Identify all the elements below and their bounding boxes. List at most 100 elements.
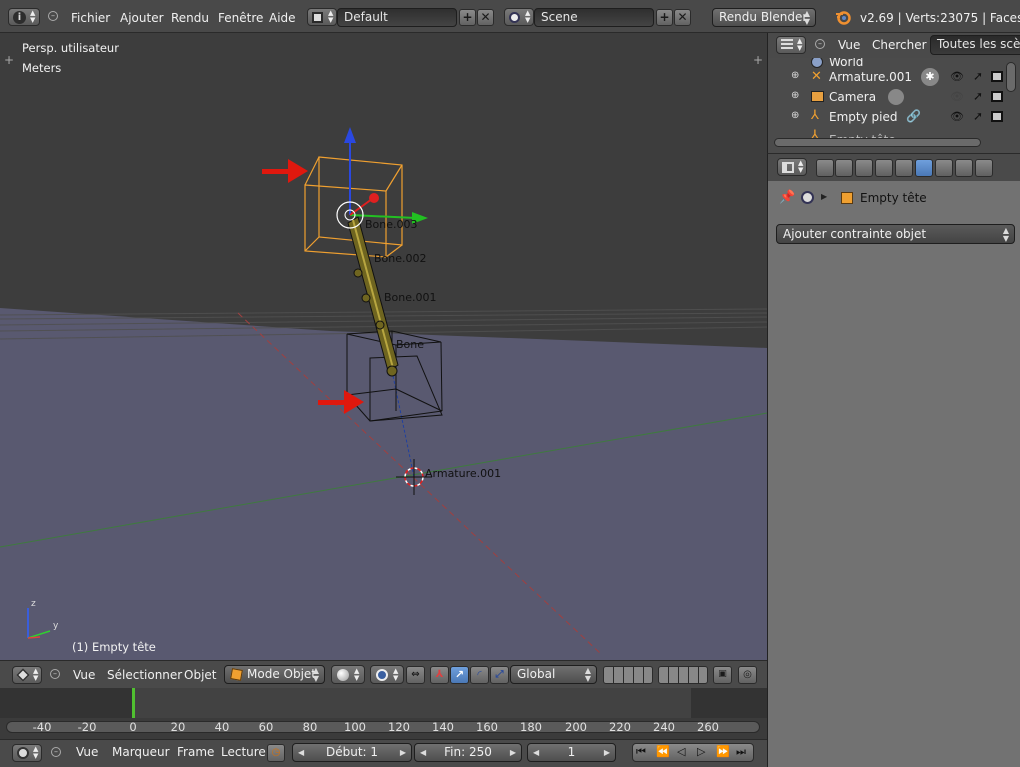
data-tab-icon[interactable] (935, 159, 953, 177)
proportional-edit-icon[interactable]: ◎ (738, 666, 757, 684)
visibility-eye-icon[interactable]: 👁 (950, 110, 964, 123)
menu-chercher[interactable]: Chercher (872, 38, 927, 52)
delete-scene-button[interactable]: ✕ (674, 9, 691, 26)
left-arrow-icon[interactable]: ◀ (298, 744, 304, 761)
outliner-row-camera[interactable]: ⊕ Camera 👁 ➚ (768, 87, 1020, 107)
scene-filter-dropdown[interactable]: Toutes les scènes (930, 35, 1020, 55)
pin-icon[interactable]: 📌 (779, 190, 795, 205)
collapse-menu-icon[interactable]: – (50, 669, 60, 679)
layer-buttons-right[interactable] (658, 666, 708, 684)
properties-editor-type-button[interactable]: ▲ ▼ (777, 158, 807, 176)
add-layout-button[interactable]: + (459, 9, 476, 26)
expand-icon[interactable]: ⊕ (791, 110, 799, 121)
menu-frame[interactable]: Frame (177, 745, 214, 759)
lock-camera-icon[interactable]: ▣ (713, 666, 732, 684)
next-keyframe-icon[interactable]: ⏩ (716, 745, 730, 758)
menu-fichier[interactable]: Fichier (71, 11, 110, 25)
manipulator-toggle-icon[interactable]: ⅄ (430, 666, 449, 684)
expand-icon[interactable]: ⊕ (791, 70, 799, 81)
scene-tab-icon[interactable] (855, 159, 873, 177)
outliner-tree[interactable]: World ⊕ ✕ Armature.001 ✱ 👁 ➚ ⊕ Camera 👁 … (767, 58, 1020, 153)
screen-layout-selector[interactable]: ▲ ▼ (307, 8, 337, 26)
render-layers-tab-icon[interactable] (835, 159, 853, 177)
menu-ajouter[interactable]: Ajouter (120, 11, 164, 25)
scene-selector[interactable]: ▲ ▼ (504, 8, 534, 26)
outliner-row-empty-pied[interactable]: ⊕ ⅄ Empty pied 🔗 👁 ➚ (768, 107, 1020, 127)
properties-toggle[interactable]: + (753, 53, 763, 67)
transform-manipulator[interactable] (336, 127, 428, 229)
render-camera-icon[interactable] (991, 91, 1003, 102)
visibility-eye-icon[interactable]: 👁 (950, 90, 964, 103)
pivot-point-dropdown[interactable]: ▲ ▼ (370, 665, 404, 684)
screen-layout-name-field[interactable]: Default (337, 8, 457, 27)
expand-icon[interactable]: ⊕ (791, 90, 799, 101)
outliner-horizontal-scrollbar[interactable] (774, 138, 981, 147)
start-frame-field[interactable]: ◀ Début: 1 ▶ (292, 743, 412, 762)
rotate-manipulator-icon[interactable]: ◜ (470, 666, 489, 684)
collapse-menu-icon[interactable]: – (48, 11, 58, 21)
menu-aide[interactable]: Aide (269, 11, 296, 25)
visibility-eye-icon[interactable]: 👁 (950, 70, 964, 83)
jump-start-icon[interactable]: ⏮ (636, 745, 646, 759)
world-tab-icon[interactable] (875, 159, 893, 177)
play-icon[interactable]: ▷ (697, 745, 705, 758)
end-frame-field[interactable]: ◀ Fin: 250 ▶ (414, 743, 522, 762)
manipulate-center-icon[interactable]: ⇔ (406, 666, 425, 684)
add-scene-button[interactable]: + (656, 9, 673, 26)
editor-type-button[interactable]: i ▲ ▼ (8, 8, 40, 26)
menu-fenetre[interactable]: Fenêtre (218, 11, 263, 25)
select-cursor-icon[interactable]: ➚ (973, 69, 983, 83)
jump-end-icon[interactable]: ⏭ (736, 745, 746, 759)
delete-layout-button[interactable]: ✕ (477, 9, 494, 26)
left-arrow-icon[interactable]: ◀ (533, 744, 539, 761)
current-frame-marker[interactable] (132, 688, 135, 718)
texture-tab-icon[interactable] (955, 159, 973, 177)
menu-vue[interactable]: Vue (73, 668, 95, 682)
menu-vue-timeline[interactable]: Vue (76, 745, 98, 759)
scene-icon (509, 12, 520, 23)
object-tab-icon[interactable] (895, 159, 913, 177)
translate-manipulator-icon[interactable]: ↗ (450, 666, 469, 684)
outliner-vertical-scrollbar[interactable] (1006, 62, 1016, 92)
render-engine-dropdown[interactable]: Rendu Blender ▲ ▼ (712, 8, 816, 27)
constraints-tab-icon[interactable] (915, 159, 933, 177)
left-arrow-icon[interactable]: ◀ (420, 744, 426, 761)
render-camera-icon[interactable] (991, 71, 1003, 82)
toolshelf-toggle[interactable]: + (4, 53, 14, 67)
physics-tab-icon[interactable] (975, 159, 993, 177)
3d-viewport[interactable]: + + Persp. utilisateur Meters (1) Empty … (0, 33, 767, 660)
menu-objet[interactable]: Objet (184, 668, 216, 682)
timeline-editor-type-button[interactable]: ▲ ▼ (12, 744, 42, 762)
menu-vue-outliner[interactable]: Vue (838, 38, 860, 52)
outliner-editor-type-button[interactable]: ▲ ▼ (776, 36, 806, 54)
outliner-row-armature[interactable]: ⊕ ✕ Armature.001 ✱ 👁 ➚ (768, 67, 1020, 87)
right-arrow-icon[interactable]: ▶ (510, 744, 516, 761)
right-arrow-icon[interactable]: ▶ (400, 744, 406, 761)
menu-marqueur[interactable]: Marqueur (112, 745, 170, 759)
scale-manipulator-icon[interactable]: ⤢ (490, 666, 509, 684)
timeline-area[interactable]: -40 -20 0 20 40 60 80 100 120 140 160 18… (0, 688, 767, 739)
viewport-editor-type-button[interactable]: ▲ ▼ (12, 666, 42, 684)
select-cursor-icon[interactable]: ➚ (973, 89, 983, 103)
render-camera-icon[interactable] (991, 111, 1003, 122)
collapse-menu-icon[interactable]: – (51, 747, 61, 757)
prev-keyframe-icon[interactable]: ⏪ (656, 745, 670, 758)
play-reverse-icon[interactable]: ◁ (677, 745, 685, 758)
layer-buttons-left[interactable] (603, 666, 653, 684)
select-cursor-icon[interactable]: ➚ (973, 109, 983, 123)
transform-orientation-dropdown[interactable]: Global ▲ ▼ (510, 665, 597, 684)
render-tab-icon[interactable] (816, 159, 834, 177)
right-arrow-icon[interactable]: ▶ (604, 744, 610, 761)
preview-range-clock-icon[interactable]: ◷ (267, 744, 285, 762)
updown-arrows-icon: ▲ ▼ (33, 667, 39, 682)
menu-rendu[interactable]: Rendu (171, 11, 209, 25)
timeline-scrollbar[interactable] (6, 721, 760, 733)
scene-name-field[interactable]: Scene (534, 8, 654, 27)
menu-selectionner[interactable]: Sélectionner (107, 668, 182, 682)
viewport-shading-dropdown[interactable]: ▲ ▼ (331, 665, 365, 684)
add-object-constraint-dropdown[interactable]: Ajouter contrainte objet ▲ ▼ (776, 224, 1015, 244)
collapse-menu-icon[interactable]: – (815, 39, 825, 49)
interaction-mode-dropdown[interactable]: Mode Objet ▲ ▼ (224, 665, 325, 684)
menu-lecture[interactable]: Lecture (221, 745, 266, 759)
current-frame-field[interactable]: ◀ 1 ▶ (527, 743, 616, 762)
